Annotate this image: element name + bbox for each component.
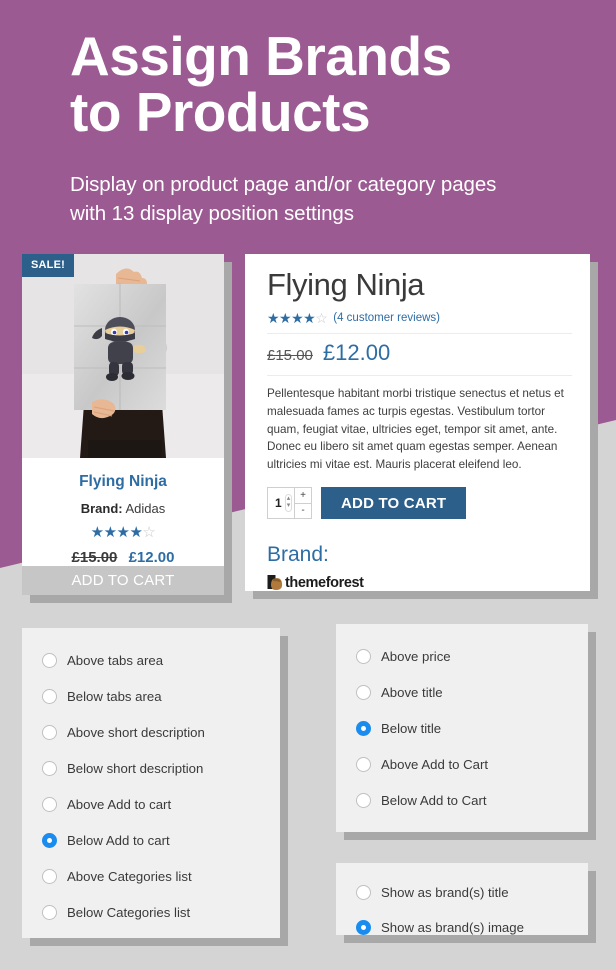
quantity-value[interactable]: 1 [268, 496, 282, 510]
radio-option-label: Below Categories list [67, 904, 191, 920]
radio-option-label: Below tabs area [67, 688, 162, 704]
customer-reviews-link[interactable]: (4 customer reviews) [333, 312, 440, 324]
radio-button[interactable] [356, 648, 371, 664]
radio-button[interactable] [42, 868, 57, 884]
radio-option-label: Above short description [67, 724, 205, 740]
radio-button[interactable] [42, 724, 57, 740]
themeforest-mark-icon [267, 574, 284, 591]
sale-badge: SALE! [22, 254, 74, 277]
radio-option-row[interactable]: Above Add to cart [42, 786, 280, 822]
radio-option-row[interactable]: Below title [356, 710, 588, 746]
radio-option-label: Show as brand(s) title [381, 885, 509, 900]
radio-option-row[interactable]: Above title [356, 674, 588, 710]
radio-option-label: Show as brand(s) image [381, 920, 524, 935]
radio-option-row[interactable]: Show as brand(s) title [356, 875, 588, 910]
product-detail-rating: ★★★★☆ [267, 310, 328, 327]
product-card-old-price: £15.00 [71, 549, 118, 566]
radio-button[interactable] [356, 684, 371, 700]
radio-option-row[interactable]: Above Categories list [42, 858, 280, 894]
radio-option-row[interactable]: Below Categories list [42, 894, 280, 930]
radio-option-label: Above tabs area [67, 652, 164, 668]
product-card-new-price: £12.00 [128, 549, 175, 566]
radio-button[interactable] [356, 756, 371, 772]
page-title: Assign Brands to Products [70, 25, 452, 144]
radio-button-selected[interactable] [42, 832, 57, 848]
radio-option-label: Below short description [67, 760, 204, 776]
product-detail-description: Pellentesque habitant morbi tristique se… [267, 387, 564, 472]
radio-option-row[interactable]: Above price [356, 638, 588, 674]
hero-text-block: Assign Brands to Products Display on pro… [70, 28, 610, 228]
display-mode-panel: Show as brand(s) title Show as brand(s) … [336, 863, 588, 935]
quantity-decrease-button[interactable]: - [295, 504, 311, 519]
product-card-rating: ★★★★☆ [28, 525, 218, 540]
radio-option-label: Below Add to Cart [381, 792, 487, 808]
radio-option-row[interactable]: Below short description [42, 750, 280, 786]
themeforest-wordmark: themeforest [285, 574, 364, 591]
radio-button-selected[interactable] [356, 720, 371, 736]
product-detail-title: Flying Ninja [267, 267, 425, 302]
star-empty-icon: ☆ [142, 524, 156, 541]
radio-button[interactable] [42, 796, 57, 812]
star-filled-icon: ★★★★ [90, 524, 143, 541]
product-detail-rating-row: ★★★★☆ (4 customer reviews) [267, 310, 572, 335]
radio-option-label: Below title [381, 720, 442, 736]
product-card-add-to-cart-button[interactable]: ADD TO CART [22, 566, 224, 595]
ninja-poster-photo [22, 254, 224, 458]
product-card-brand-value[interactable]: Adidas [126, 501, 166, 516]
category-positions-panel: Above price Above title Below title Abov… [336, 624, 588, 832]
radio-option-label: Above title [381, 684, 443, 700]
star-filled-icon: ★★★★ [267, 310, 316, 327]
product-card-brand: Brand: Adidas [28, 501, 218, 516]
product-positions-panel: Above tabs area Below tabs area Above sh… [22, 628, 280, 938]
add-to-cart-row: 1 ▴ ▾ + - ADD TO CART [267, 487, 572, 519]
add-to-cart-button[interactable]: ADD TO CART [321, 487, 467, 519]
product-card-body: Flying Ninja Brand: Adidas ★★★★☆ £15.00 … [22, 458, 224, 566]
radio-option-label: Above Add to cart [67, 796, 172, 812]
radio-button[interactable] [42, 652, 57, 668]
page-subtitle: Display on product page and/or category … [70, 173, 497, 226]
product-detail-new-price: £12.00 [322, 340, 391, 366]
radio-option-row[interactable]: Below Add to Cart [356, 782, 588, 818]
radio-button[interactable] [42, 760, 57, 776]
radio-option-row[interactable]: Show as brand(s) image [356, 910, 588, 945]
radio-option-label: Below Add to cart [67, 832, 170, 848]
radio-button-selected[interactable] [356, 920, 371, 935]
radio-option-row[interactable]: Above tabs area [42, 642, 280, 678]
product-detail-panel: Flying Ninja ★★★★☆ (4 customer reviews) … [245, 254, 590, 591]
brand-logo[interactable]: themeforest [267, 574, 572, 591]
product-card-brand-label: Brand: [80, 501, 123, 516]
product-card-title[interactable]: Flying Ninja [28, 473, 218, 491]
radio-option-label: Above price [381, 648, 451, 664]
radio-option-row[interactable]: Above short description [42, 714, 280, 750]
brand-heading: Brand: [267, 543, 329, 566]
promo-graphic: Assign Brands to Products Display on pro… [0, 0, 616, 970]
spinner-arrows-icon[interactable]: ▴ ▾ [284, 494, 293, 512]
product-thumbnail[interactable]: SALE! [22, 254, 224, 458]
product-detail-old-price: £15.00 [267, 347, 313, 365]
quantity-increase-button[interactable]: + [295, 488, 311, 504]
radio-button[interactable] [42, 688, 57, 704]
radio-option-row[interactable]: Below tabs area [42, 678, 280, 714]
product-card-prices: £15.00 £12.00 [28, 549, 218, 566]
product-detail-prices: £15.00 £12.00 [267, 334, 572, 377]
radio-option-label: Above Categories list [67, 868, 192, 884]
product-card[interactable]: SALE! Flying Ninja Brand: Adidas ★★★★☆ £… [22, 254, 224, 595]
radio-button[interactable] [356, 885, 371, 900]
radio-option-row[interactable]: Above Add to Cart [356, 746, 588, 782]
radio-button[interactable] [356, 792, 371, 808]
quantity-stepper[interactable]: 1 ▴ ▾ + - [267, 487, 312, 519]
star-empty-icon: ☆ [315, 310, 328, 327]
quantity-buttons: + - [294, 488, 311, 518]
radio-button[interactable] [42, 904, 57, 920]
radio-option-label: Above Add to Cart [381, 756, 489, 772]
radio-option-row[interactable]: Below Add to cart [42, 822, 280, 858]
